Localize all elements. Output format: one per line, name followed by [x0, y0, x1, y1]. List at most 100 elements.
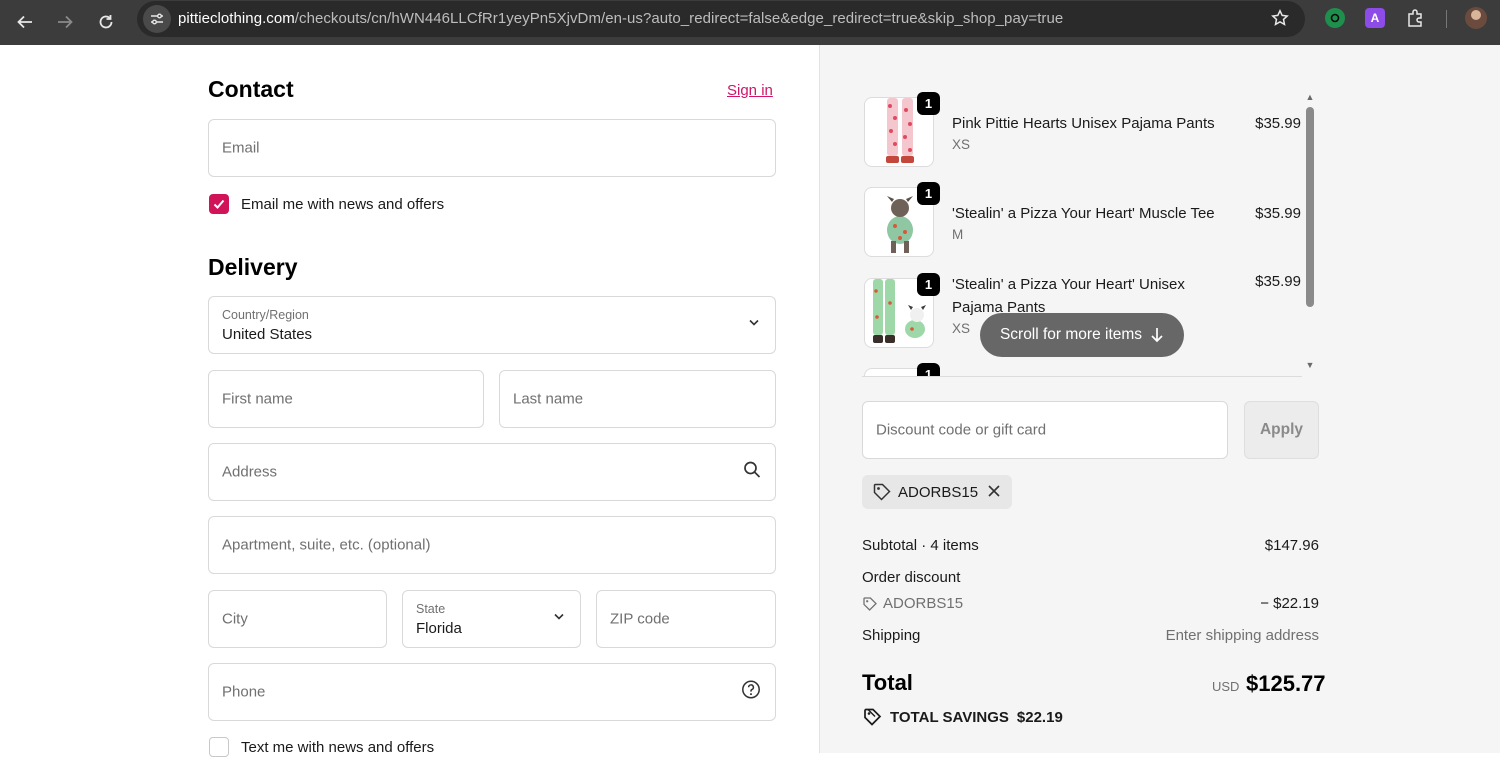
remove-discount-close-icon[interactable]: [986, 483, 1002, 503]
summary-discount-code: ADORBS15: [883, 595, 964, 612]
search-icon: [743, 461, 761, 484]
state-value: Florida: [416, 620, 462, 637]
quantity-badge: 1: [917, 363, 940, 377]
item-variant: XS: [952, 321, 971, 336]
discount-placeholder: Discount code or gift card: [876, 421, 1047, 439]
url-text: pittieclothing.com/checkouts/cn/hWN446LL…: [178, 10, 1063, 27]
country-select[interactable]: Country/Region United States: [208, 296, 776, 354]
scroll-down-arrow-icon[interactable]: ▼: [1304, 360, 1316, 370]
shipping-row: Shipping Enter shipping address: [862, 627, 1319, 644]
country-value: United States: [222, 326, 313, 343]
savings-label: TOTAL SAVINGS: [890, 708, 1009, 726]
quantity-badge: 1: [917, 182, 940, 205]
back-arrow-icon: [17, 15, 32, 29]
bookmark-star-icon[interactable]: [1271, 9, 1289, 32]
tag-icon: [863, 596, 877, 611]
item-name: Pink Pittie Hearts Unisex Pajama Pants: [952, 115, 1215, 132]
savings-value: $22.19: [1016, 708, 1063, 726]
order-discount-row: Order discount: [862, 569, 1319, 586]
state-label: State: [416, 602, 446, 616]
sign-in-link[interactable]: Sign in: [727, 82, 773, 99]
quantity-badge: 1: [917, 273, 940, 296]
order-discount-label: Order discount: [862, 569, 961, 586]
shipping-value: Enter shipping address: [1165, 627, 1319, 644]
tag-icon: [873, 483, 891, 501]
email-placeholder: Email: [222, 139, 260, 157]
help-circle-icon[interactable]: [741, 680, 761, 705]
address-bar[interactable]: pittieclothing.com/checkouts/cn/hWN446LL…: [137, 1, 1305, 37]
arrow-down-icon: [1151, 328, 1163, 343]
text-news-label[interactable]: Text me with news and offers: [241, 739, 434, 756]
shipping-label: Shipping: [862, 627, 921, 644]
total-currency: USD: [1212, 679, 1240, 694]
forward-arrow-icon: [58, 15, 73, 29]
item-price: $35.99: [1255, 205, 1301, 222]
discount-code-row: ADORBS15 − $22.19: [862, 595, 1319, 616]
extension-a-icon[interactable]: A: [1365, 8, 1385, 28]
last-name-placeholder: Last name: [513, 390, 584, 408]
quantity-badge: 1: [917, 92, 940, 115]
forward-button[interactable]: [51, 8, 79, 36]
item-variant: M: [952, 227, 964, 242]
toolbar-divider: [1446, 10, 1447, 28]
reload-button[interactable]: [92, 8, 120, 36]
scrollbar-thumb[interactable]: [1306, 107, 1314, 307]
apartment-field[interactable]: Apartment, suite, etc. (optional): [208, 516, 776, 574]
chevron-down-icon: [747, 316, 761, 335]
discount-value: − $22.19: [1260, 595, 1319, 612]
phone-placeholder: Phone: [222, 683, 266, 701]
country-label: Country/Region: [222, 308, 309, 322]
total-value: $125.77: [1246, 671, 1326, 696]
apartment-placeholder: Apartment, suite, etc. (optional): [222, 536, 431, 554]
discount-code-input[interactable]: Discount code or gift card: [862, 401, 1228, 459]
url-path: /checkouts/cn/hWN446LLCfRr1yeyPn5XjvDm/e…: [294, 10, 1064, 27]
zip-placeholder: ZIP code: [610, 610, 670, 628]
address-field[interactable]: Address: [208, 443, 776, 501]
item-price: $35.99: [1255, 115, 1301, 132]
city-placeholder: City: [222, 610, 248, 628]
subtotal-value: $147.96: [1264, 537, 1319, 554]
contact-heading: Contact: [208, 76, 294, 102]
chevron-down-icon: [552, 610, 566, 629]
subtotal-label: Subtotal · 4 items: [862, 537, 979, 554]
profile-avatar[interactable]: [1465, 7, 1487, 29]
text-news-checkbox[interactable]: [209, 737, 229, 757]
cart-item: 1 'Stealin' a Pizza Your Heart' Muscle T…: [862, 182, 1302, 262]
zip-field[interactable]: ZIP code: [596, 590, 776, 648]
extensions-puzzle-icon[interactable]: [1405, 8, 1425, 28]
delivery-heading: Delivery: [208, 254, 298, 280]
total-savings-row: TOTAL SAVINGS $22.19: [862, 707, 1063, 727]
email-field[interactable]: Email: [208, 119, 776, 177]
address-placeholder: Address: [222, 463, 278, 481]
url-host: pittieclothing.com: [178, 10, 295, 27]
reload-icon: [99, 15, 113, 29]
first-name-field[interactable]: First name: [208, 370, 484, 428]
site-settings-icon[interactable]: [143, 5, 171, 33]
extension-green-icon[interactable]: [1325, 8, 1345, 28]
back-button[interactable]: [11, 8, 39, 36]
cart-list-divider: [862, 376, 1302, 377]
subtotal-row: Subtotal · 4 items $147.96: [862, 537, 1319, 554]
cart-item: 1: [862, 363, 1302, 377]
item-name: 'Stealin' a Pizza Your Heart' Muscle Tee: [952, 205, 1215, 222]
item-variant: XS: [952, 137, 971, 152]
state-select[interactable]: State Florida: [402, 590, 581, 648]
savings-tag-icon: [864, 708, 882, 726]
checkmark-icon: [213, 199, 225, 209]
scroll-hint-label: Scroll for more items: [999, 326, 1143, 343]
cart-scrollbar[interactable]: ▲ ▼: [1304, 92, 1316, 374]
email-news-checkbox[interactable]: [209, 194, 229, 214]
email-news-label[interactable]: Email me with news and offers: [241, 196, 444, 213]
apply-button[interactable]: Apply: [1244, 401, 1319, 459]
applied-code: ADORBS15: [898, 483, 979, 501]
applied-discount-chip: ADORBS15: [862, 475, 1012, 509]
scroll-up-arrow-icon[interactable]: ▲: [1304, 92, 1316, 102]
first-name-placeholder: First name: [222, 390, 293, 408]
browser-toolbar: pittieclothing.com/checkouts/cn/hWN446LL…: [0, 0, 1500, 45]
scroll-for-more-button[interactable]: Scroll for more items: [980, 313, 1184, 357]
last-name-field[interactable]: Last name: [499, 370, 776, 428]
city-field[interactable]: City: [208, 590, 387, 648]
total-label: Total: [862, 670, 913, 695]
cart-item: 1 Pink Pittie Hearts Unisex Pajama Pants…: [862, 92, 1302, 172]
phone-field[interactable]: Phone: [208, 663, 776, 721]
